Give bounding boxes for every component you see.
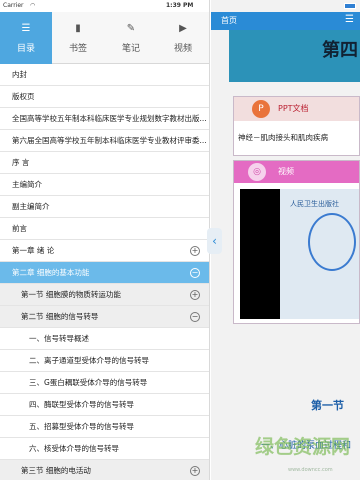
- tab-bookmarks[interactable]: ▮ 书签: [52, 12, 104, 64]
- menu-icon[interactable]: ☰: [345, 14, 354, 25]
- toc-section[interactable]: 第一节 细胞膜的物质转运功能 +: [0, 284, 209, 306]
- ppt-card[interactable]: P PPT文档 神经－肌肉接头和肌肉疾病: [233, 96, 360, 156]
- logo-swirl: [308, 213, 356, 271]
- toc-item[interactable]: 主编简介: [0, 174, 209, 196]
- toc-subsection[interactable]: 五、招募型受体介导的信号转导: [0, 416, 209, 438]
- video-card-header: ◎ 视频: [234, 161, 359, 183]
- banner-title: 第四: [322, 40, 358, 61]
- expand-icon[interactable]: +: [190, 466, 200, 476]
- ppt-card-type: PPT文档: [278, 104, 309, 113]
- collapse-panel-handle[interactable]: ‹: [207, 228, 222, 254]
- collapse-icon[interactable]: −: [190, 312, 200, 322]
- toc-subsection[interactable]: 六、核受体介导的信号转导: [0, 438, 209, 460]
- list-icon: ☰: [21, 23, 31, 34]
- expand-icon[interactable]: +: [190, 290, 200, 300]
- ppt-card-title: 神经－肌肉接头和肌肉疾病: [238, 133, 328, 142]
- video-card[interactable]: ◎ 视频 人民卫生出版社: [233, 160, 360, 324]
- toc-item[interactable]: 前言: [0, 218, 209, 240]
- toc-section[interactable]: 第二节 细胞的信号转导 −: [0, 306, 209, 328]
- chapter-banner: 第四: [229, 30, 360, 82]
- wifi-icon: ◠: [30, 2, 36, 9]
- toc-item[interactable]: 序 言: [0, 152, 209, 174]
- status-bar: Carrier ◠ 1:39 PM: [0, 0, 360, 12]
- video-icon: ▶: [179, 23, 187, 34]
- toc-section[interactable]: 第三节 细胞的电活动 +: [0, 460, 209, 480]
- section-heading: 第一节: [311, 399, 344, 412]
- toc-list: 内封 版权页 全国高等学校五年制本科临床医学专业规划数字教材出版... 第六届全…: [0, 64, 209, 480]
- battery-icon: [344, 3, 356, 9]
- toc-chapter[interactable]: 第一章 绪 论 +: [0, 240, 209, 262]
- toc-item[interactable]: 内封: [0, 64, 209, 86]
- expand-icon[interactable]: +: [190, 246, 200, 256]
- ppt-card-header: P PPT文档: [234, 97, 359, 121]
- tab-notes[interactable]: ✎ 笔记: [105, 12, 157, 64]
- watermark-url: www.downcc.com: [288, 467, 333, 473]
- video-frame-dark: [240, 189, 280, 319]
- collapse-icon[interactable]: −: [190, 268, 200, 278]
- chevron-left-icon: ‹: [212, 234, 217, 248]
- toc-item[interactable]: 副主编简介: [0, 196, 209, 218]
- toc-subsection[interactable]: 一、信号转导概述: [0, 328, 209, 350]
- content-panel: 首页 ☰ 第四 P PPT文档 神经－肌肉接头和肌肉疾病 ◎ 视频 人民卫生出版…: [211, 0, 360, 480]
- toc-subsection[interactable]: 四、酶联型受体介导的信号转导: [0, 394, 209, 416]
- toc-item[interactable]: 全国高等学校五年制本科临床医学专业规划数字教材出版...: [0, 108, 209, 130]
- video-thumbnail[interactable]: 人民卫生出版社: [240, 189, 359, 319]
- status-time: 1:39 PM: [166, 2, 194, 9]
- home-link[interactable]: 首页: [221, 15, 237, 26]
- toc-item[interactable]: 第六届全国高等学校五年制本科临床医学专业教材评审委...: [0, 130, 209, 152]
- toc-subsection[interactable]: 二、离子通道型受体介导的信号转导: [0, 350, 209, 372]
- tab-bar: ☰ 目录 ▮ 书签 ✎ 笔记 ▶ 视频: [0, 12, 209, 64]
- toc-subsection[interactable]: 三、G蛋白耦联受体介导的信号转导: [0, 372, 209, 394]
- video-icon: ◎: [248, 163, 266, 181]
- carrier-label: Carrier: [3, 2, 24, 9]
- ppt-icon: P: [252, 100, 270, 118]
- bookmark-icon: ▮: [75, 23, 81, 34]
- toc-panel: ☰ 目录 ▮ 书签 ✎ 笔记 ▶ 视频 内封 版权页 全国高等学校五年制本科临床…: [0, 0, 210, 480]
- video-card-type: 视频: [278, 167, 294, 176]
- watermark: 绿色资源网: [255, 436, 351, 458]
- tab-contents[interactable]: ☰ 目录: [0, 12, 52, 64]
- pencil-icon: ✎: [126, 23, 136, 34]
- tab-videos[interactable]: ▶ 视频: [157, 12, 209, 64]
- toc-item[interactable]: 版权页: [0, 86, 209, 108]
- content-navbar: 首页 ☰: [211, 12, 360, 30]
- toc-chapter-selected[interactable]: 第二章 细胞的基本功能 −: [0, 262, 209, 284]
- publisher-logo: 人民卫生出版社: [290, 200, 339, 208]
